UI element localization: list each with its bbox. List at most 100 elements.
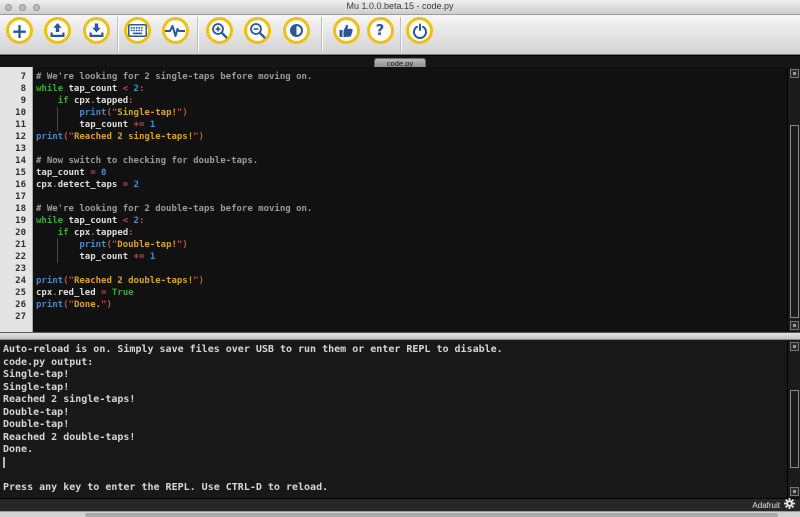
plotter-button[interactable] — [161, 17, 189, 44]
repl-line — [3, 469, 786, 482]
code-line: if cpx.tapped: — [57, 228, 134, 238]
repl-line: Single-tap! — [3, 369, 70, 380]
code-line: # Now switch to checking for double-taps… — [36, 156, 259, 166]
line-number: 27 — [15, 312, 26, 322]
download-icon — [88, 23, 105, 39]
line-number: 22 — [15, 252, 26, 262]
serial-output-panel[interactable]: Auto-reload is on. Simply save files ove… — [0, 340, 800, 498]
repl-lines: Auto-reload is on. Simply save files ove… — [3, 344, 786, 494]
line-number: 11 — [15, 120, 26, 130]
toolbar-separator — [117, 17, 118, 52]
code-line: print("Reached 2 single-taps!") — [36, 132, 204, 142]
line-number: 24 — [15, 276, 26, 286]
line-number: 19 — [15, 216, 26, 226]
line-number: 26 — [15, 300, 26, 310]
contrast-icon — [289, 24, 303, 37]
zoom-in-button[interactable] — [205, 17, 233, 44]
line-number: 18 — [15, 204, 26, 214]
line-number: 21 — [15, 240, 26, 250]
repl-scrollbar-thumb[interactable] — [790, 390, 799, 468]
save-button[interactable] — [82, 17, 110, 44]
thumbs-up-icon — [338, 22, 355, 39]
line-number-gutter: 7 8 9 10 11 12 13 14 15 16 17 18 19 20 21 22 23 24 25 26 27 — [0, 67, 33, 332]
code-line: cpx.detect_taps = 2 — [36, 180, 139, 190]
repl-line: Press any key to enter the REPL. Use CTR… — [3, 481, 329, 493]
repl-line: Double-tap! — [3, 419, 70, 430]
code-line: if cpx.tapped: — [57, 96, 134, 106]
editor-scrollbar-thumb[interactable] — [790, 125, 799, 318]
toolbar: +? — [0, 15, 800, 55]
code-line: print("Single-tap!") — [79, 108, 188, 118]
repl-line: Done. — [3, 444, 34, 455]
line-number: 25 — [15, 288, 26, 298]
toolbar-separator — [321, 17, 322, 52]
toolbar-separator — [197, 17, 198, 52]
indent-guide — [57, 239, 58, 263]
device-mode-label: Adafruit — [752, 500, 780, 510]
code-line: tap_count += 1 — [79, 252, 156, 262]
magnifier-plus-icon — [211, 22, 228, 39]
load-button[interactable] — [44, 17, 71, 44]
quit-button[interactable] — [406, 17, 433, 44]
editor-scrollbar[interactable] — [787, 67, 800, 332]
scroll-down-button[interactable] — [790, 487, 799, 496]
indent-guide — [57, 107, 58, 131]
line-number: 13 — [15, 144, 26, 154]
title-bar: Mu 1.0.0.beta.15 - code.py — [0, 0, 800, 15]
code-line: # We're looking for 2 single-taps before… — [36, 72, 313, 82]
repl-line — [3, 456, 786, 470]
line-number: 9 — [20, 96, 26, 106]
help-button[interactable]: ? — [366, 17, 394, 44]
scroll-up-button[interactable] — [790, 69, 799, 78]
repl-line: Reached 2 single-taps! — [3, 394, 136, 405]
window-title: Mu 1.0.0.beta.15 - code.py — [346, 1, 454, 11]
code-line: cpx.red_led = True — [36, 288, 134, 298]
line-number: 14 — [15, 156, 26, 166]
line-number: 12 — [15, 132, 26, 142]
status-bar: Adafruit — [0, 498, 800, 511]
upload-icon — [49, 22, 66, 39]
repl-line: Reached 2 double-taps! — [3, 431, 136, 443]
line-number: 7 — [20, 72, 26, 82]
magnifier-minus-icon — [249, 22, 266, 39]
new-button[interactable]: + — [6, 17, 33, 44]
repl-line: Auto-reload is on. Simply save files ove… — [3, 344, 503, 355]
code-line: # We're looking for 2 double-taps before… — [36, 204, 313, 214]
horizontal-scrollbar-thumb[interactable] — [85, 513, 778, 517]
code-line: print("Done.") — [36, 300, 112, 310]
code-lines: # We're looking for 2 single-taps before… — [33, 67, 786, 332]
repl-line: Single-tap! — [3, 381, 70, 393]
power-icon — [412, 23, 428, 39]
plus-icon: + — [11, 18, 28, 43]
scroll-down-button[interactable] — [790, 321, 799, 330]
repl-line: code.py output: — [3, 356, 94, 368]
code-line: print("Reached 2 double-taps!") — [36, 276, 204, 286]
text-cursor — [3, 456, 5, 468]
code-line: print("Double-tap!") — [79, 240, 188, 250]
serial-button[interactable] — [123, 17, 151, 44]
line-number: 17 — [15, 192, 26, 202]
code-line: tap_count += 1 — [79, 120, 156, 130]
line-number: 20 — [15, 228, 26, 238]
scroll-up-button[interactable] — [790, 342, 799, 351]
keyboard-icon — [127, 24, 147, 37]
repl-scrollbar[interactable] — [787, 340, 800, 498]
code-editor[interactable]: 7 8 9 10 11 12 13 14 15 16 17 18 19 20 21 22 23 24 25 26 27 … — [0, 67, 800, 332]
horizontal-scrollbar[interactable] — [0, 511, 800, 517]
zoom-out-button[interactable] — [244, 17, 271, 44]
code-line: while tap_count < 2: — [36, 84, 145, 94]
line-number: 16 — [15, 180, 26, 190]
panel-splitter[interactable] — [0, 332, 800, 340]
theme-button[interactable] — [282, 17, 310, 44]
repl-line: Double-tap! — [3, 406, 70, 418]
check-button[interactable] — [332, 17, 360, 44]
line-number: 10 — [15, 108, 26, 118]
line-number: 15 — [15, 168, 26, 178]
tab-strip: code.py — [0, 55, 800, 68]
pulse-icon — [165, 24, 185, 38]
toolbar-separator — [400, 17, 401, 52]
line-number: 8 — [20, 84, 26, 94]
